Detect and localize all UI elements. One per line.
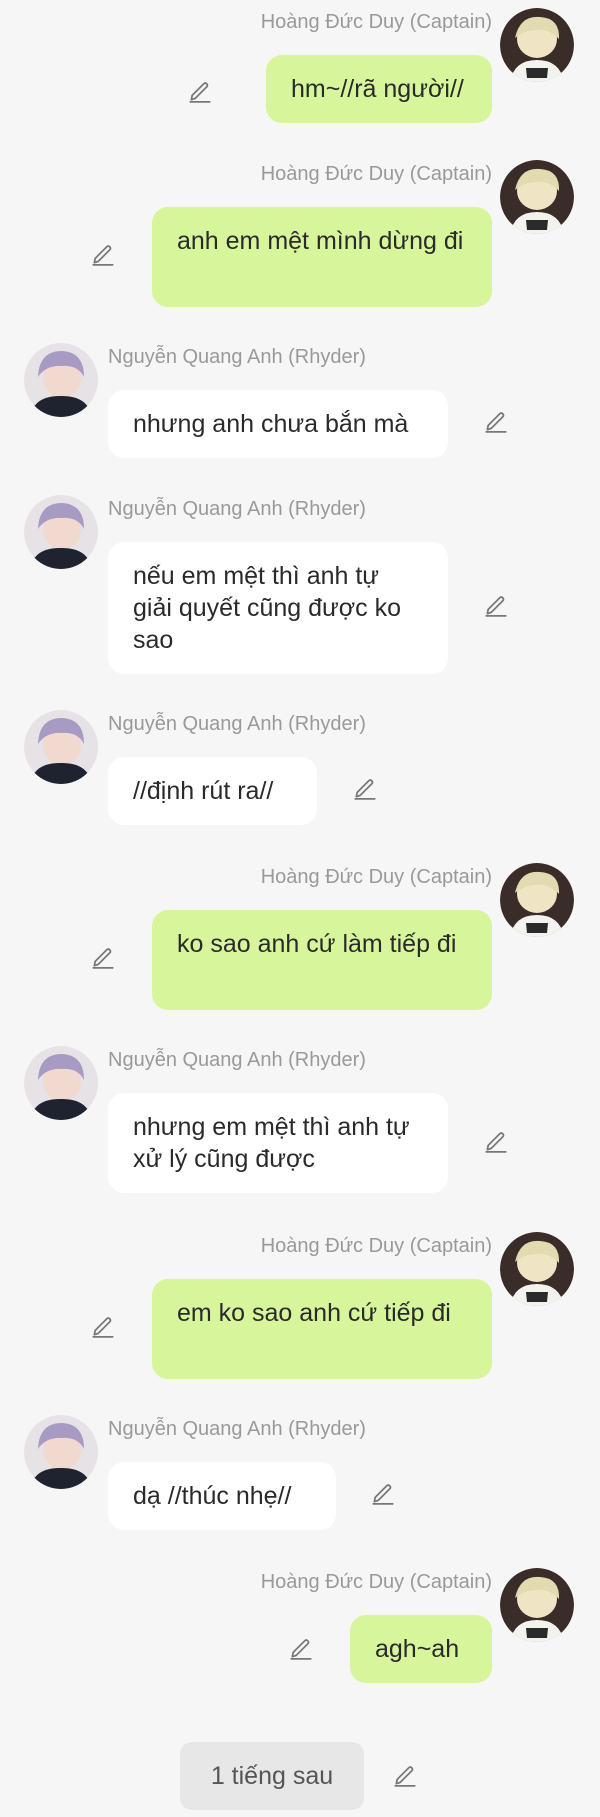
sender-name: Hoàng Đức Duy (Captain) <box>260 1571 492 1593</box>
message-bubble[interactable]: ko sao anh cứ làm tiếp đi <box>152 910 492 1010</box>
avatar-captain[interactable] <box>500 1568 574 1642</box>
message-bubble[interactable]: anh em mệt mình dừng đi <box>152 207 492 307</box>
message-bubble[interactable]: nhưng anh chưa bắn mà <box>108 390 448 458</box>
avatar-captain[interactable] <box>500 8 574 82</box>
edit-icon[interactable] <box>483 1128 509 1154</box>
message-text: nếu em mệt thì anh tự giải quyết cũng đư… <box>133 562 402 654</box>
message-bubble[interactable]: hm~//rã người// <box>266 55 492 123</box>
message-rhyder: Nguyễn Quang Anh (Rhyder) nếu em mệt thì… <box>0 495 600 675</box>
edit-icon[interactable] <box>370 1480 396 1506</box>
message-text: nhưng anh chưa bắn mà <box>133 410 409 438</box>
sender-name: Nguyễn Quang Anh (Rhyder) <box>108 346 366 368</box>
edit-icon[interactable] <box>483 408 509 434</box>
message-captain: Hoàng Đức Duy (Captain) agh~ah <box>0 1568 600 1683</box>
avatar-rhyder[interactable] <box>24 343 98 417</box>
message-rhyder: Nguyễn Quang Anh (Rhyder) nhưng anh chưa… <box>0 343 600 458</box>
edit-icon[interactable] <box>90 241 116 267</box>
message-bubble[interactable]: dạ //thúc nhẹ// <box>108 1462 336 1530</box>
sender-name: Nguyễn Quang Anh (Rhyder) <box>108 713 366 735</box>
message-text: hm~//rã người// <box>291 75 464 103</box>
avatar-rhyder[interactable] <box>24 495 98 569</box>
avatar-captain[interactable] <box>500 160 574 234</box>
message-text: ko sao anh cứ làm tiếp đi <box>177 930 457 958</box>
message-bubble[interactable]: nếu em mệt thì anh tự giải quyết cũng đư… <box>108 542 448 674</box>
sender-name: Hoàng Đức Duy (Captain) <box>260 866 492 888</box>
message-captain: Hoàng Đức Duy (Captain) ko sao anh cứ là… <box>0 863 600 1013</box>
message-bubble[interactable]: nhưng em mệt thì anh tự xử lý cũng được <box>108 1093 448 1193</box>
message-text: em ko sao anh cứ tiếp đi <box>177 1299 451 1327</box>
sender-name: Nguyễn Quang Anh (Rhyder) <box>108 1418 366 1440</box>
message-rhyder: Nguyễn Quang Anh (Rhyder) //định rút ra/… <box>0 710 600 825</box>
message-captain: Hoàng Đức Duy (Captain) hm~//rã người// <box>0 8 600 123</box>
message-rhyder: Nguyễn Quang Anh (Rhyder) dạ //thúc nhẹ/… <box>0 1415 600 1530</box>
message-text: nhưng em mệt thì anh tự xử lý cũng được <box>133 1113 410 1173</box>
avatar-rhyder[interactable] <box>24 1046 98 1120</box>
edit-icon[interactable] <box>288 1635 314 1661</box>
message-text: dạ //thúc nhẹ// <box>133 1482 292 1510</box>
edit-icon[interactable] <box>352 775 378 801</box>
edit-icon[interactable] <box>90 944 116 970</box>
edit-icon[interactable] <box>187 78 213 104</box>
time-skip-label[interactable]: 1 tiếng sau <box>180 1742 364 1810</box>
avatar-rhyder[interactable] <box>24 710 98 784</box>
sender-name: Hoàng Đức Duy (Captain) <box>260 11 492 33</box>
message-text: //định rút ra// <box>133 777 274 805</box>
avatar-rhyder[interactable] <box>24 1415 98 1489</box>
sender-name: Hoàng Đức Duy (Captain) <box>260 163 492 185</box>
message-captain: Hoàng Đức Duy (Captain) anh em mệt mình … <box>0 160 600 310</box>
sender-name: Nguyễn Quang Anh (Rhyder) <box>108 1049 366 1071</box>
avatar-captain[interactable] <box>500 863 574 937</box>
sender-name: Hoàng Đức Duy (Captain) <box>260 1235 492 1257</box>
message-captain: Hoàng Đức Duy (Captain) em ko sao anh cứ… <box>0 1232 600 1382</box>
message-bubble[interactable]: //định rút ra// <box>108 757 317 825</box>
time-skip-text: 1 tiếng sau <box>210 1762 334 1790</box>
message-rhyder: Nguyễn Quang Anh (Rhyder) nhưng em mệt t… <box>0 1046 600 1196</box>
sender-name: Nguyễn Quang Anh (Rhyder) <box>108 498 366 520</box>
edit-icon[interactable] <box>483 592 509 618</box>
message-text: anh em mệt mình dừng đi <box>177 227 464 255</box>
chat-thread: Hoàng Đức Duy (Captain) hm~//rã người// … <box>0 0 600 1817</box>
message-bubble[interactable]: agh~ah <box>350 1615 492 1683</box>
message-text: agh~ah <box>375 1635 460 1663</box>
edit-icon[interactable] <box>392 1762 418 1788</box>
avatar-captain[interactable] <box>500 1232 574 1306</box>
message-bubble[interactable]: em ko sao anh cứ tiếp đi <box>152 1279 492 1379</box>
edit-icon[interactable] <box>90 1313 116 1339</box>
